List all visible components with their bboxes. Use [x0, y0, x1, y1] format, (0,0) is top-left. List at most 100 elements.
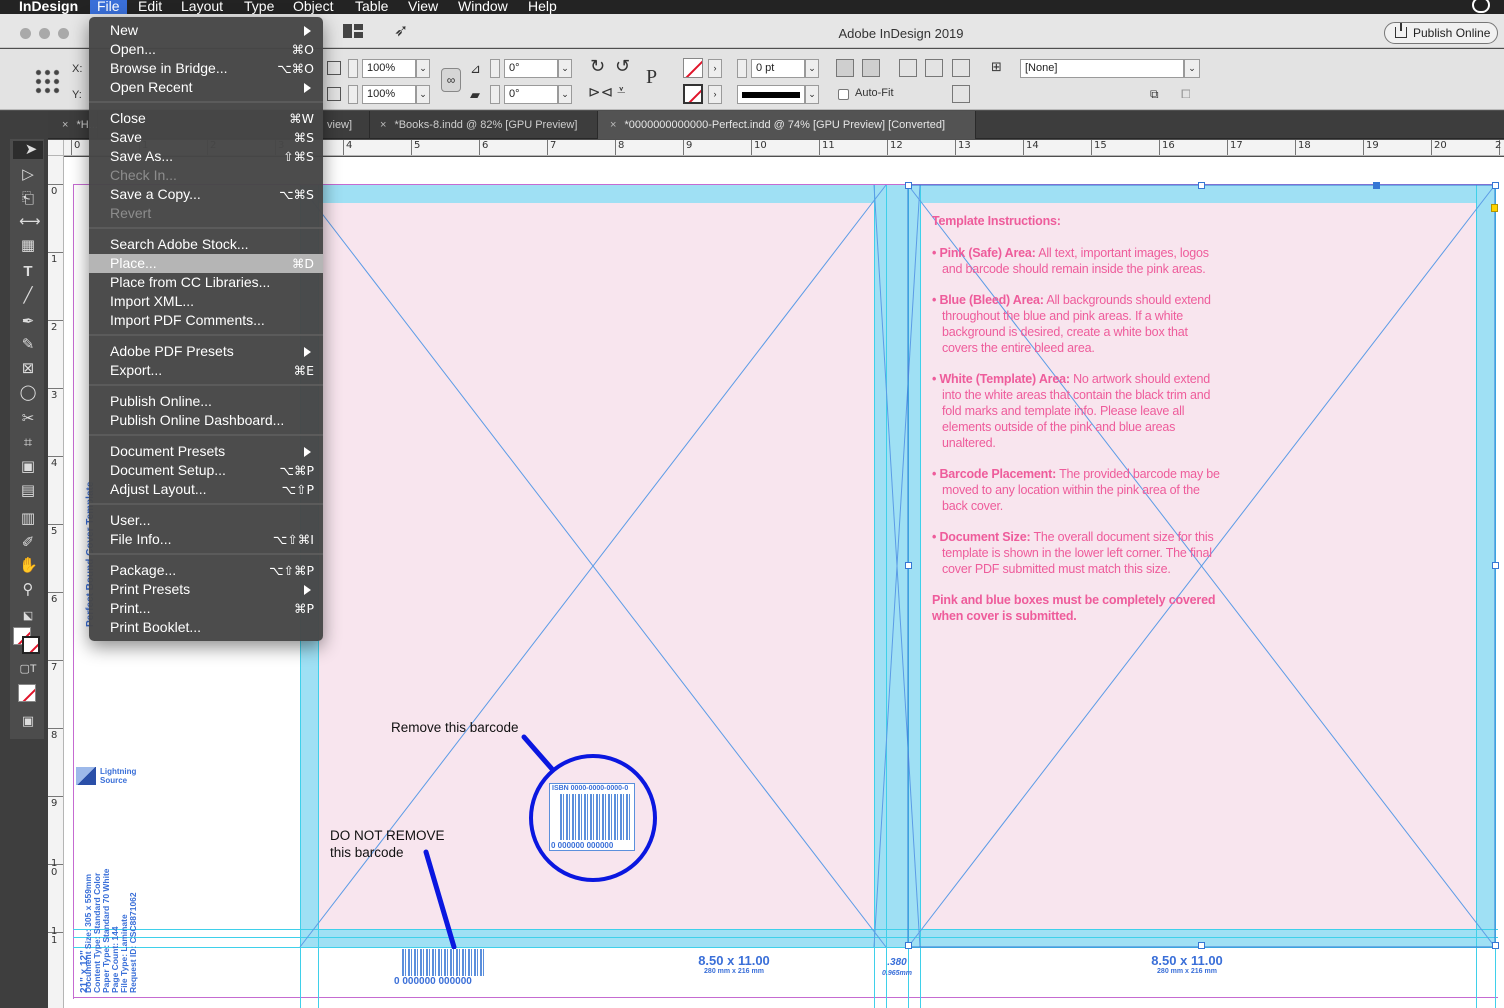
stroke-dropdown[interactable]: ›	[708, 85, 722, 104]
clear-style-icon[interactable]: ⧠	[1181, 87, 1191, 102]
close-tab-icon[interactable]: ×	[62, 119, 68, 131]
shear-field[interactable]: 0°	[504, 85, 558, 104]
auto-fit-checkbox[interactable]	[838, 89, 849, 100]
tab-document-2[interactable]: view]	[323, 111, 370, 139]
menu-layout[interactable]: Layout	[174, 0, 230, 15]
line-tool-icon[interactable]: ╱	[19, 287, 37, 305]
menu-item-export[interactable]: Export... ⌘E	[89, 361, 323, 380]
page-tool-icon[interactable]: ⎗	[19, 190, 37, 208]
menu-item-place[interactable]: Place... ⌘D	[89, 254, 323, 273]
fill-stroke-swatch[interactable]	[13, 627, 41, 655]
menu-item-import-pdf-comments[interactable]: Import PDF Comments...	[89, 311, 323, 330]
screen-mode-icon[interactable]: ▣	[19, 712, 37, 730]
menu-item-adjust-layout[interactable]: Adjust Layout... ⌥⇧P	[89, 480, 323, 499]
menu-file[interactable]: File	[90, 0, 127, 15]
scale-y-field[interactable]: 100%	[362, 85, 416, 104]
scissors-tool-icon[interactable]: ✂	[19, 410, 37, 428]
scale-y-dropdown[interactable]: ⌄	[416, 85, 430, 104]
note-tool-icon[interactable]: ▥	[19, 510, 37, 528]
menu-item-place-from-cc-libraries[interactable]: Place from CC Libraries...	[89, 273, 323, 292]
selection-handle[interactable]	[905, 182, 912, 189]
close-tab-icon[interactable]: ×	[610, 119, 616, 131]
menu-item-print-booklet[interactable]: Print Booklet...	[89, 618, 323, 637]
menu-item-search-adobe-stock[interactable]: Search Adobe Stock...	[89, 235, 323, 254]
menu-item-print-presets[interactable]: Print Presets	[89, 580, 323, 599]
content-aware-fit-icon[interactable]	[952, 59, 970, 77]
menu-item-package[interactable]: Package... ⌥⇧⌘P	[89, 561, 323, 580]
selection-handle[interactable]	[905, 562, 912, 569]
scale-x-dropdown[interactable]: ⌄	[416, 59, 430, 78]
menu-item-close[interactable]: Close ⌘W	[89, 109, 323, 128]
selection-handle[interactable]	[1198, 182, 1205, 189]
fit-frame-icon[interactable]	[862, 59, 880, 77]
rotate-ccw-icon[interactable]: ↺	[615, 56, 630, 77]
gradient-swatch-tool-icon[interactable]: ▣	[19, 458, 37, 476]
publish-online-button[interactable]: Publish Online	[1384, 22, 1498, 44]
menu-item-import-xml[interactable]: Import XML...	[89, 292, 323, 311]
menu-table[interactable]: Table	[348, 0, 395, 15]
frame-fitting-icon[interactable]	[952, 85, 970, 103]
gradient-feather-tool-icon[interactable]: ▤	[19, 482, 37, 500]
default-colors-icon[interactable]: ⬕	[19, 607, 37, 625]
eyedropper-tool-icon[interactable]: ✐	[19, 534, 37, 552]
selection-handle[interactable]	[1492, 942, 1499, 949]
shear-dropdown[interactable]: ⌄	[558, 85, 572, 104]
menu-item-user[interactable]: User...	[89, 511, 323, 530]
reference-point-icon[interactable]	[34, 68, 60, 94]
rotate-field[interactable]: 0°	[504, 59, 558, 78]
tab-books-8[interactable]: × *Books-8.indd @ 82% [GPU Preview]	[370, 111, 598, 139]
stroke-weight-dropdown[interactable]: ⌄	[805, 59, 819, 78]
sample-barcode[interactable]: ISBN 0000-0000-0000-0 0 000000 000000	[549, 783, 635, 851]
hand-tool-icon[interactable]: ✋	[19, 557, 38, 575]
stroke-type-field[interactable]	[737, 85, 805, 104]
selection-handle[interactable]	[1492, 182, 1499, 189]
rotate-cw-icon[interactable]: ↻	[590, 56, 605, 77]
gap-tool-icon[interactable]: ⟷	[19, 213, 41, 231]
rectangle-frame-tool-icon[interactable]: ⊠	[19, 360, 37, 378]
apply-none-icon[interactable]	[18, 684, 36, 702]
menu-item-save-as[interactable]: Save As... ⇧⌘S	[89, 147, 323, 166]
vertical-ruler[interactable]: 0 1 2 3 4 5 6 7 8 9 1 0 1 1	[48, 156, 64, 1008]
zoom-tool-icon[interactable]: ⚲	[19, 581, 37, 599]
constrain-proportions-icon[interactable]: ∞	[441, 68, 461, 92]
close-tab-icon[interactable]: ×	[380, 119, 386, 131]
menu-item-print[interactable]: Print... ⌘P	[89, 599, 323, 618]
pencil-tool-icon[interactable]: ✎	[19, 336, 37, 354]
menu-window[interactable]: Window	[451, 0, 515, 15]
menu-edit[interactable]: Edit	[131, 0, 169, 15]
menu-item-publish-online[interactable]: Publish Online...	[89, 392, 323, 411]
stroke-type-dropdown[interactable]: ⌄	[805, 85, 819, 104]
type-tool-icon[interactable]: T	[19, 263, 37, 281]
fill-none-swatch[interactable]	[683, 58, 703, 78]
pen-tool-icon[interactable]: ✒	[19, 313, 37, 331]
rotate-dropdown[interactable]: ⌄	[558, 59, 572, 78]
selection-handle[interactable]	[1198, 942, 1205, 949]
selection-handle[interactable]	[1373, 182, 1380, 189]
free-transform-tool-icon[interactable]: ⌗	[19, 434, 37, 452]
paragraph-p-icon[interactable]: P	[646, 66, 657, 89]
ellipse-tool-icon[interactable]: ◯	[19, 384, 37, 402]
clear-overrides-icon[interactable]: ⧉	[1150, 87, 1159, 102]
menu-item-adobe-pdf-presets[interactable]: Adobe PDF Presets	[89, 342, 323, 361]
menu-item-save[interactable]: Save ⌘S	[89, 128, 323, 147]
scale-x-stepper[interactable]	[348, 59, 358, 78]
formatting-container-icon[interactable]: ▢T	[19, 660, 37, 678]
menu-view[interactable]: View	[401, 0, 445, 15]
direct-selection-tool-icon[interactable]: ▷	[19, 166, 37, 184]
selection-handle[interactable]	[1492, 562, 1499, 569]
menu-item-browse-in-bridge[interactable]: Browse in Bridge... ⌥⌘O	[89, 59, 323, 78]
stroke-swatch[interactable]	[22, 636, 40, 654]
menu-item-open-recent[interactable]: Open Recent	[89, 78, 323, 97]
flip-horizontal-icon[interactable]: ⊳⊲	[588, 83, 613, 101]
menu-object[interactable]: Object	[286, 0, 340, 15]
object-style-dropdown[interactable]: ⌄	[1184, 59, 1200, 78]
template-barcode[interactable]: 0 000000 000000	[394, 949, 486, 987]
tab-perfect-cover[interactable]: × *0000000000000-Perfect.indd @ 74% [GPU …	[598, 111, 976, 139]
fill-dropdown[interactable]: ›	[708, 59, 722, 78]
fill-frame-icon[interactable]	[899, 59, 917, 77]
selection-handle[interactable]	[905, 942, 912, 949]
center-content-icon[interactable]	[925, 59, 943, 77]
out-port-icon[interactable]	[1491, 204, 1498, 212]
stroke-weight-field[interactable]: 0 pt	[751, 59, 805, 78]
menu-type[interactable]: Type	[237, 0, 281, 15]
